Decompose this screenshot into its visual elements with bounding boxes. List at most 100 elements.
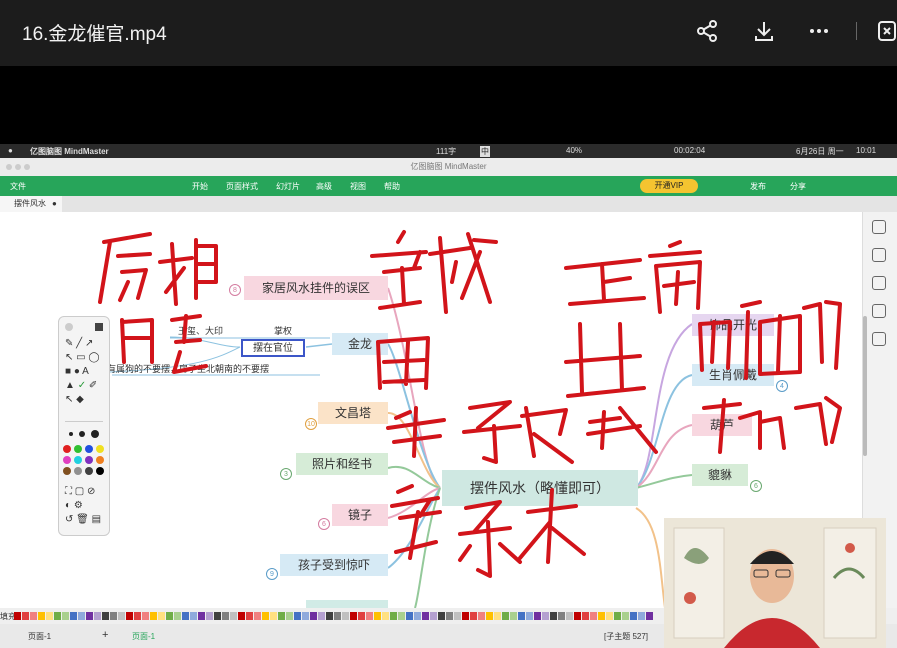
menu-page-style[interactable]: 页面样式	[226, 181, 258, 192]
check-icon[interactable]: ✓	[78, 380, 86, 391]
fullscreen-icon[interactable]: ⛶	[65, 486, 72, 497]
contrast-icon[interactable]: ◐	[65, 500, 71, 511]
palette-swatch[interactable]	[558, 612, 565, 620]
palette-swatch[interactable]	[406, 612, 413, 620]
palette-swatch[interactable]	[302, 612, 309, 620]
palette-swatch[interactable]	[574, 612, 581, 620]
palette-swatch[interactable]	[366, 612, 373, 620]
palette-swatch[interactable]	[38, 612, 45, 620]
menu-slides[interactable]: 幻灯片	[276, 181, 300, 192]
format-icon[interactable]	[872, 248, 886, 262]
palette-swatch[interactable]	[46, 612, 53, 620]
palette-swatch[interactable]	[430, 612, 437, 620]
size-small-icon[interactable]	[69, 432, 73, 436]
palette-swatch[interactable]	[614, 612, 621, 620]
palette-swatch[interactable]	[206, 612, 213, 620]
palette-swatch[interactable]	[502, 612, 509, 620]
palette-swatch[interactable]	[422, 612, 429, 620]
palette-swatches[interactable]	[14, 612, 664, 620]
palette-swatch[interactable]	[174, 612, 181, 620]
add-page-button[interactable]: +	[102, 629, 108, 641]
undo-icon[interactable]: ↺	[65, 514, 73, 525]
palette-swatch[interactable]	[646, 612, 653, 620]
arrow-icon[interactable]: ↗	[85, 338, 93, 349]
outline-icon[interactable]	[872, 332, 886, 346]
share-menu-button[interactable]: 分享	[790, 181, 806, 192]
palette-swatch[interactable]	[214, 612, 221, 620]
palette-swatch[interactable]	[238, 612, 245, 620]
window-minimize-button[interactable]	[15, 164, 21, 170]
eraser-icon[interactable]: ◆	[76, 394, 84, 405]
palette-swatch[interactable]	[470, 612, 477, 620]
document-tab[interactable]: 摆件风水 ●	[0, 196, 62, 212]
palette-swatch[interactable]	[62, 612, 69, 620]
swatch-dark-gray[interactable]	[85, 467, 93, 475]
trash-icon[interactable]: 🗑	[76, 514, 89, 525]
palette-swatch[interactable]	[294, 612, 301, 620]
palette-swatch[interactable]	[398, 612, 405, 620]
palette-swatch[interactable]	[230, 612, 237, 620]
palette-swatch[interactable]	[166, 612, 173, 620]
swatch-red[interactable]	[63, 445, 71, 453]
swatch-cyan[interactable]	[74, 456, 82, 464]
palette-swatch[interactable]	[14, 612, 21, 620]
palette-swatch[interactable]	[390, 612, 397, 620]
clipart-icon[interactable]	[872, 276, 886, 290]
palette-swatch[interactable]	[550, 612, 557, 620]
palette-swatch[interactable]	[518, 612, 525, 620]
palette-swatch[interactable]	[22, 612, 29, 620]
swatch-brown[interactable]	[63, 467, 71, 475]
more-button[interactable]	[804, 16, 834, 46]
page-tab[interactable]: 页面-1	[132, 631, 155, 642]
palette-swatch[interactable]	[110, 612, 117, 620]
palette-swatch[interactable]	[182, 612, 189, 620]
palette-swatch[interactable]	[126, 612, 133, 620]
palette-swatch[interactable]	[510, 612, 517, 620]
palette-swatch[interactable]	[598, 612, 605, 620]
palette-swatch[interactable]	[486, 612, 493, 620]
swatch-black[interactable]	[96, 467, 104, 475]
swatch-orange[interactable]	[96, 456, 104, 464]
palette-swatch[interactable]	[86, 612, 93, 620]
palette-swatch[interactable]	[542, 612, 549, 620]
palette-swatch[interactable]	[118, 612, 125, 620]
filled-circle-icon[interactable]: ●	[74, 366, 80, 377]
palette-swatch[interactable]	[254, 612, 261, 620]
exit-button[interactable]	[872, 16, 897, 46]
palette-swatch[interactable]	[158, 612, 165, 620]
menu-help[interactable]: 帮助	[384, 181, 400, 192]
palette-swatch[interactable]	[350, 612, 357, 620]
shape-tools[interactable]: ✎ ╱ ↗ ↖ ▭ ◯ ■ ● A ▲ ✓ ✐ ↖ ◆	[65, 337, 103, 407]
palette-swatch[interactable]	[318, 612, 325, 620]
palette-swatch[interactable]	[150, 612, 157, 620]
palette-swatch[interactable]	[326, 612, 333, 620]
palette-swatch[interactable]	[54, 612, 61, 620]
action-tools[interactable]: ⛶ ▢ ⊘ ◐ ⚙ ↺ 🗑 ▤	[65, 485, 103, 529]
palette-swatch[interactable]	[334, 612, 341, 620]
palette-swatch[interactable]	[278, 612, 285, 620]
triangle-icon[interactable]: ▲	[65, 380, 75, 391]
palette-swatch[interactable]	[438, 612, 445, 620]
swatch-green[interactable]	[74, 445, 82, 453]
palette-swatch[interactable]	[94, 612, 101, 620]
palette-swatch[interactable]	[582, 612, 589, 620]
crop-icon[interactable]: ▢	[75, 486, 84, 497]
palette-swatch[interactable]	[102, 612, 109, 620]
stroke-size-selector[interactable]	[65, 421, 103, 442]
palette-swatch[interactable]	[70, 612, 77, 620]
palette-swatch[interactable]	[78, 612, 85, 620]
palette-swatch[interactable]	[382, 612, 389, 620]
palette-swatch[interactable]	[310, 612, 317, 620]
vertical-scrollbar[interactable]	[863, 316, 867, 456]
swatch-yellow[interactable]	[96, 445, 104, 453]
palette-swatch[interactable]	[374, 612, 381, 620]
image-icon[interactable]: ▤	[92, 514, 101, 525]
swatch-purple[interactable]	[85, 456, 93, 464]
window-close-button[interactable]	[6, 164, 12, 170]
palette-swatch[interactable]	[190, 612, 197, 620]
menu-file[interactable]: 文件	[10, 181, 26, 192]
palette-swatch[interactable]	[358, 612, 365, 620]
share-button[interactable]	[692, 16, 722, 46]
rect-icon[interactable]: ▭	[76, 352, 85, 363]
palette-swatch[interactable]	[478, 612, 485, 620]
